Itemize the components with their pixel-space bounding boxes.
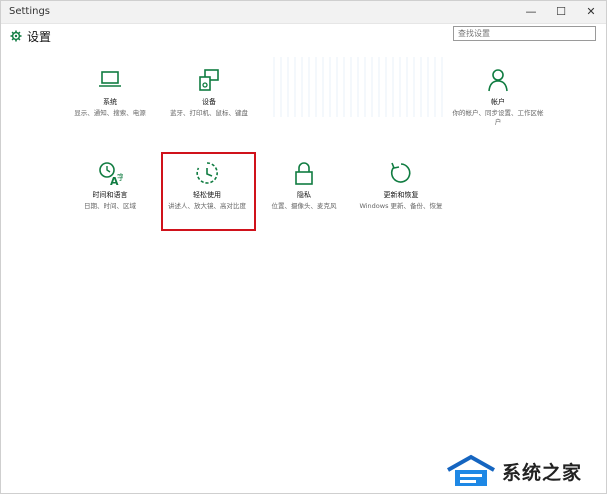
tile-description: 日期、时间、区域 bbox=[84, 202, 136, 210]
tile-label: 帐户 bbox=[491, 98, 505, 106]
tile-label: 设备 bbox=[202, 98, 216, 106]
svg-text:字: 字 bbox=[117, 172, 123, 182]
house-logo bbox=[447, 454, 495, 486]
tile-accounts[interactable]: 帐户 你的帐户、同步设置、工作区帐户 bbox=[450, 67, 546, 127]
close-button[interactable]: ✕ bbox=[576, 1, 606, 23]
tile-privacy[interactable]: 隐私 位置、摄像头、麦克风 bbox=[256, 160, 352, 211]
brand-watermark: 系统之家 bbox=[440, 448, 605, 492]
tile-update-recovery[interactable]: 更新和恢复 Windows 更新、备份、恢复 bbox=[353, 160, 449, 211]
search-input[interactable] bbox=[453, 26, 596, 41]
tile-description: Windows 更新、备份、恢复 bbox=[359, 202, 443, 210]
tile-devices[interactable]: 设备 蓝牙、打印机、鼠标、键盘 bbox=[161, 67, 257, 118]
page-title: 设置 bbox=[27, 30, 52, 44]
tile-description: 位置、摄像头、麦克风 bbox=[271, 202, 337, 210]
tile-description: 显示、通知、搜索、电源 bbox=[74, 109, 146, 117]
tile-description: 你的帐户、同步设置、工作区帐户 bbox=[452, 109, 544, 126]
gear-icon bbox=[10, 30, 22, 42]
tile-label: 时间和语言 bbox=[92, 191, 128, 199]
devices-icon bbox=[199, 69, 219, 91]
tile-system[interactable]: 系统 显示、通知、搜索、电源 bbox=[62, 67, 158, 118]
tile-label: 更新和恢复 bbox=[383, 191, 419, 199]
tile-label: 隐私 bbox=[297, 191, 311, 199]
maximize-button[interactable]: ☐ bbox=[546, 1, 576, 23]
highlight-box bbox=[161, 152, 256, 231]
refresh-icon bbox=[390, 162, 411, 183]
watermark-pattern bbox=[273, 57, 443, 117]
person-icon bbox=[488, 69, 508, 92]
settings-window: Settings — ☐ ✕ 设置 系统 显示、通知、搜索、电源 bbox=[0, 0, 607, 494]
tile-time-language[interactable]: A 字 时间和语言 日期、时间、区域 bbox=[62, 160, 158, 211]
tile-description: 蓝牙、打印机、鼠标、键盘 bbox=[170, 109, 248, 117]
lock-icon bbox=[295, 162, 313, 185]
window-title: Settings bbox=[9, 6, 51, 17]
brand-text: 系统之家 bbox=[502, 462, 583, 484]
tile-label: 系统 bbox=[103, 98, 117, 106]
minimize-button[interactable]: — bbox=[516, 1, 546, 23]
laptop-icon bbox=[99, 71, 121, 87]
title-bar[interactable]: Settings — ☐ ✕ bbox=[1, 1, 606, 24]
time-language-icon: A 字 bbox=[99, 162, 123, 186]
